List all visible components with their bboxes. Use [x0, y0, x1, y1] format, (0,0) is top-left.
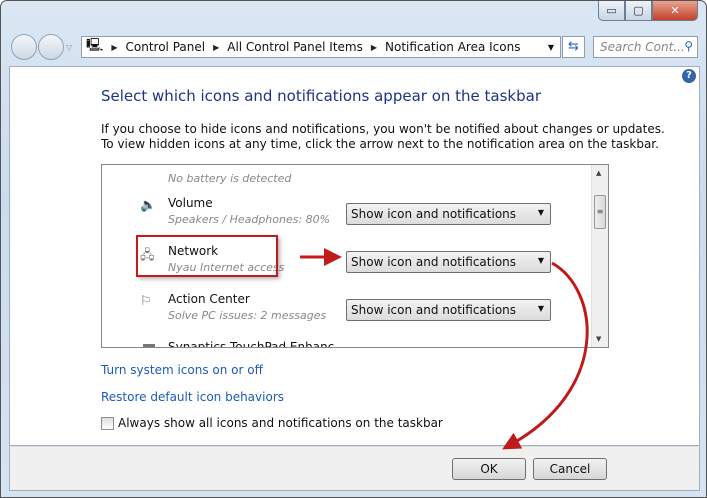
- behavior-select[interactable]: [346, 347, 551, 348]
- computer-icon: 🖳: [86, 38, 104, 53]
- chevron-down-icon: ▼: [537, 256, 544, 265]
- forward-button[interactable]: [38, 34, 64, 60]
- select-value: Show icon and notifications: [351, 207, 517, 221]
- scrollbar[interactable]: ▲ ≡ ▼: [591, 165, 608, 347]
- flag-icon: ⚐: [140, 294, 152, 309]
- description: If you choose to hide icons and notifica…: [101, 122, 665, 152]
- behavior-select[interactable]: [346, 164, 551, 165]
- chevron-down-icon: ▼: [537, 208, 544, 217]
- checkbox-label: Always show all icons and notifications …: [118, 416, 443, 430]
- search-icon[interactable]: ⚲: [684, 39, 693, 53]
- recent-pages-dropdown[interactable]: ▽: [66, 43, 72, 52]
- scroll-down-arrow[interactable]: ▼: [596, 335, 601, 343]
- chevron-down-icon[interactable]: ▼: [548, 43, 554, 52]
- behavior-select[interactable]: Show icon and notifications ▼: [346, 203, 551, 225]
- breadcrumb-all-items[interactable]: All Control Panel Items: [227, 40, 363, 54]
- back-button[interactable]: [11, 34, 37, 60]
- page-title: Select which icons and notifications app…: [101, 87, 541, 105]
- window: ▭ ▢ ✕ ▽ 🖳 ▶ Control Panel ▶ All Control …: [0, 0, 707, 498]
- chevron-right-icon: ▶: [111, 42, 118, 52]
- item-name: Volume: [168, 196, 213, 210]
- description-line-2: To view hidden icons at any time, click …: [101, 137, 659, 151]
- minimize-button[interactable]: ▭: [598, 1, 625, 21]
- breadcrumb-notification-area-icons[interactable]: Notification Area Icons: [385, 40, 520, 54]
- scroll-up-arrow[interactable]: ▲: [596, 169, 601, 177]
- breadcrumb-control-panel[interactable]: Control Panel: [126, 40, 206, 54]
- chevron-right-icon: ▶: [213, 42, 220, 52]
- list-item-action-center: ⚐ Action Center Solve PC issues: 2 messa…: [102, 292, 592, 338]
- chevron-right-icon: ▶: [370, 42, 378, 52]
- checkbox[interactable]: [101, 416, 114, 430]
- item-status: Solve PC issues: 2 messages: [168, 309, 327, 322]
- address-bar[interactable]: 🖳 ▶ Control Panel ▶ All Control Panel It…: [81, 36, 561, 58]
- always-show-checkbox[interactable]: Always show all icons and notifications …: [101, 416, 443, 430]
- maximize-button[interactable]: ▢: [625, 1, 652, 21]
- content-area: ? Select which icons and notifications a…: [9, 66, 700, 446]
- network-highlight-box: [136, 235, 278, 277]
- item-name: Synaptics TouchPad Enhanc: [168, 340, 335, 348]
- search-input[interactable]: Search Cont... ⚲: [593, 36, 698, 58]
- touchpad-icon: [143, 344, 155, 347]
- behavior-select[interactable]: Show icon and notifications ▼: [346, 299, 551, 321]
- behavior-select[interactable]: Show icon and notifications ▼: [346, 251, 551, 273]
- speaker-icon: 🔈: [140, 198, 157, 213]
- select-value: Show icon and notifications: [351, 303, 517, 317]
- item-status: No battery is detected: [168, 172, 292, 185]
- list-item-synaptics: Synaptics TouchPad Enhanc: [102, 340, 592, 348]
- help-icon[interactable]: ?: [682, 69, 696, 83]
- cancel-button[interactable]: Cancel: [533, 458, 607, 480]
- chevron-down-icon: ▼: [537, 304, 544, 313]
- restore-defaults-link[interactable]: Restore default icon behaviors: [101, 390, 284, 404]
- scrollbar-thumb[interactable]: ≡: [594, 195, 606, 229]
- item-status: Speakers / Headphones: 80%: [168, 213, 331, 226]
- item-name: Action Center: [168, 292, 250, 306]
- select-value: Show icon and notifications: [351, 255, 517, 269]
- turn-system-icons-link[interactable]: Turn system icons on or off: [101, 363, 263, 377]
- ok-button[interactable]: OK: [452, 458, 526, 480]
- search-placeholder: Search Cont...: [600, 40, 685, 54]
- refresh-button[interactable]: ⇆: [562, 36, 585, 58]
- close-button[interactable]: ✕: [652, 1, 698, 21]
- button-bar: OK Cancel: [9, 446, 700, 491]
- description-line-1: If you choose to hide icons and notifica…: [101, 122, 665, 136]
